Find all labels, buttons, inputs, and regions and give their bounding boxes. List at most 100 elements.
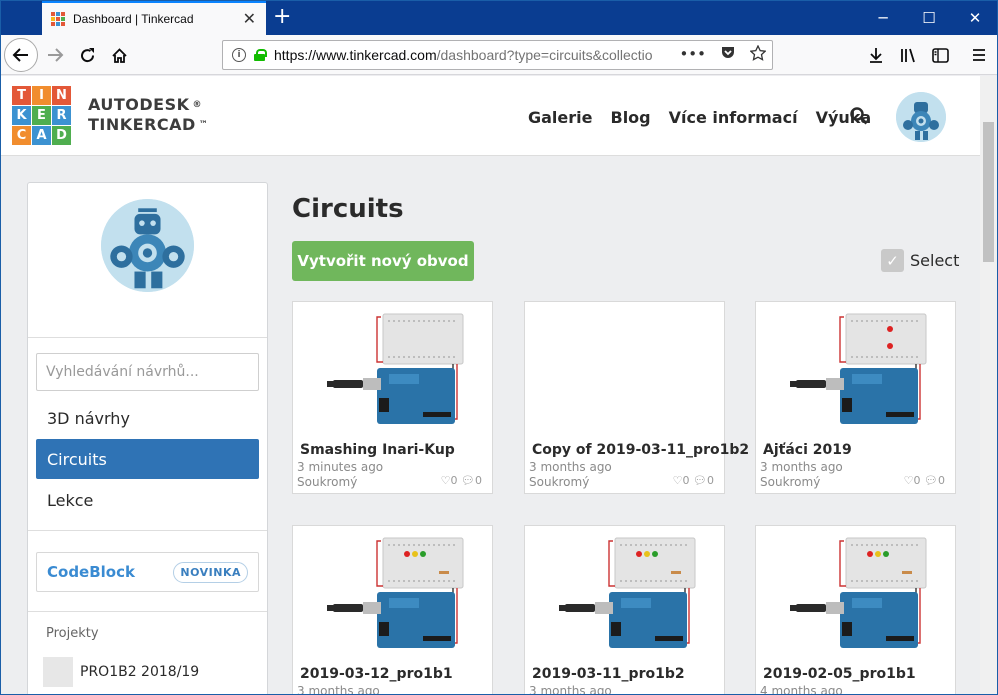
profile-avatar[interactable] <box>101 199 194 292</box>
design-stats: ♡0 💬︎0 <box>904 474 945 487</box>
design-thumbnail[interactable] <box>756 302 955 440</box>
home-icon <box>111 47 127 63</box>
project-item[interactable]: PRO1B2 2018/19 <box>43 657 199 687</box>
logo-letter: T <box>12 86 31 105</box>
logo-letter: C <box>12 126 31 145</box>
design-search-input[interactable]: Vyhledávání návrhů... <box>36 353 259 391</box>
reload-button[interactable] <box>71 39 103 71</box>
likes-count: 0 <box>450 474 458 487</box>
sidebar-toggle-button[interactable] <box>925 39 955 71</box>
robot-avatar-icon <box>101 199 194 292</box>
design-modified-time: 3 months ago <box>529 684 612 695</box>
comment-icon: 💬︎ <box>461 474 475 487</box>
design-title[interactable]: 2019-03-12_pro1b1 <box>300 666 453 682</box>
url-bar[interactable]: i https://www.tinkercad.com/dashboard?ty… <box>222 40 773 70</box>
comments-count: 0 <box>938 474 945 487</box>
design-thumbnail[interactable] <box>756 526 955 664</box>
brand-line1: AUTODESK <box>88 95 190 114</box>
page-actions-icon[interactable]: ••• <box>679 45 706 63</box>
user-avatar[interactable] <box>896 92 946 142</box>
new-tab-button[interactable]: + <box>273 4 291 30</box>
pocket-icon[interactable] <box>720 45 736 61</box>
close-tab-icon[interactable]: ✕ <box>243 10 256 28</box>
arrow-right-icon <box>48 48 64 62</box>
design-thumbnail[interactable] <box>525 526 724 664</box>
info-icon[interactable]: i <box>232 48 246 62</box>
heart-icon: ♡ <box>903 474 914 487</box>
select-label: Select <box>910 251 960 270</box>
select-toggle[interactable]: ✓ Select <box>881 249 959 272</box>
page-content: T I N K E R C A D AUTODESK ® TINKERCAD ™ G… <box>1 76 981 695</box>
vertical-scrollbar[interactable] <box>980 76 997 694</box>
sidebar-item-codeblock[interactable]: CodeBlock NOVINKA <box>36 552 259 592</box>
design-title[interactable]: Smashing Inari-Kup <box>300 442 455 458</box>
back-button[interactable] <box>4 38 38 72</box>
tab-title: Dashboard | Tinkercad <box>73 12 194 26</box>
menu-button[interactable] <box>964 39 994 71</box>
nav-galerie[interactable]: Galerie <box>528 108 593 127</box>
comments-count: 0 <box>707 474 714 487</box>
design-modified-time: 4 months ago <box>760 684 843 695</box>
design-thumbnail[interactable] <box>293 526 492 664</box>
design-card[interactable]: 2019-03-12_pro1b1 3 months ago <box>292 525 493 695</box>
design-privacy: Soukromý <box>529 475 590 489</box>
heart-icon: ♡ <box>440 474 451 487</box>
sidebar-item-circuits[interactable]: Circuits <box>36 439 259 479</box>
sidebar-item-3d-designs[interactable]: 3D návrhy <box>36 398 259 438</box>
design-card[interactable]: 2019-02-05_pro1b1 4 months ago <box>755 525 956 695</box>
create-circuit-button[interactable]: Vytvořit nový obvod <box>292 241 474 281</box>
design-card[interactable]: Ajťáci 2019 3 months ago Soukromý ♡0 💬︎0 <box>755 301 956 494</box>
bookmark-star-icon[interactable] <box>750 45 766 61</box>
robot-avatar-icon <box>896 92 946 142</box>
home-button[interactable] <box>103 39 135 71</box>
new-badge: NOVINKA <box>173 562 248 583</box>
design-thumbnail[interactable] <box>525 302 724 440</box>
checkbox-icon[interactable]: ✓ <box>881 249 904 272</box>
url-domain: https://www.tinkercad.com <box>274 47 437 63</box>
lock-icon <box>254 49 267 61</box>
scrollbar-thumb[interactable] <box>983 122 994 262</box>
design-modified-time: 3 months ago <box>297 684 380 695</box>
brand-name[interactable]: AUTODESK ® TINKERCAD ™ <box>88 95 208 135</box>
tinkercad-favicon-icon <box>51 12 65 26</box>
logo-letter: I <box>32 86 51 105</box>
registered-mark: ® <box>192 100 203 110</box>
main-nav: Galerie Blog Více informací Výuka <box>528 108 871 127</box>
logo-letter: A <box>32 126 51 145</box>
minimize-button[interactable]: ─ <box>860 1 906 35</box>
design-title[interactable]: 2019-03-11_pro1b2 <box>532 666 685 682</box>
downloads-button[interactable] <box>861 39 891 71</box>
comment-icon: 💬︎ <box>693 474 707 487</box>
project-thumbnail <box>43 657 73 687</box>
url-text[interactable]: https://www.tinkercad.com/dashboard?type… <box>274 47 684 63</box>
circuit-thumbnail-drawing <box>559 537 696 648</box>
browser-tab[interactable]: Dashboard | Tinkercad ✕ <box>42 1 266 35</box>
reload-icon <box>80 47 94 62</box>
design-title[interactable]: Copy of 2019-03-11_pro1b2 <box>532 442 749 458</box>
nav-blog[interactable]: Blog <box>611 108 651 127</box>
circuit-thumbnail-drawing <box>790 537 927 648</box>
logo-letter: D <box>52 126 71 145</box>
design-card[interactable]: 2019-03-11_pro1b2 3 months ago <box>524 525 725 695</box>
maximize-button[interactable]: ☐ <box>906 1 952 35</box>
forward-button[interactable] <box>39 39 71 71</box>
arrow-left-icon <box>12 48 28 62</box>
sidebar-icon <box>931 47 949 63</box>
browser-window: Dashboard | Tinkercad ✕ + ─ ☐ ✕ i https:… <box>0 0 998 695</box>
sidebar: Vyhledávání návrhů... 3D návrhy Circuits… <box>27 182 268 694</box>
close-window-button[interactable]: ✕ <box>952 1 997 35</box>
search-icon[interactable] <box>849 106 869 126</box>
site-header: T I N K E R C A D AUTODESK ® TINKERCAD ™ G… <box>1 76 981 156</box>
design-modified-time: 3 months ago <box>760 460 843 474</box>
design-card[interactable]: Smashing Inari-Kup 3 minutes ago Soukromý ♡… <box>292 301 493 494</box>
circuit-thumbnail-drawing <box>790 313 927 424</box>
design-title[interactable]: 2019-02-05_pro1b1 <box>763 666 916 682</box>
sidebar-item-lessons[interactable]: Lekce <box>36 480 259 520</box>
nav-more-info[interactable]: Více informací <box>669 108 798 127</box>
page-title: Circuits <box>292 194 404 224</box>
design-title[interactable]: Ajťáci 2019 <box>763 442 852 458</box>
design-thumbnail[interactable] <box>293 302 492 440</box>
design-card[interactable]: Copy of 2019-03-11_pro1b2 3 months ago Sou… <box>524 301 749 494</box>
tinkercad-logo[interactable]: T I N K E R C A D <box>12 86 71 145</box>
library-button[interactable] <box>893 39 923 71</box>
